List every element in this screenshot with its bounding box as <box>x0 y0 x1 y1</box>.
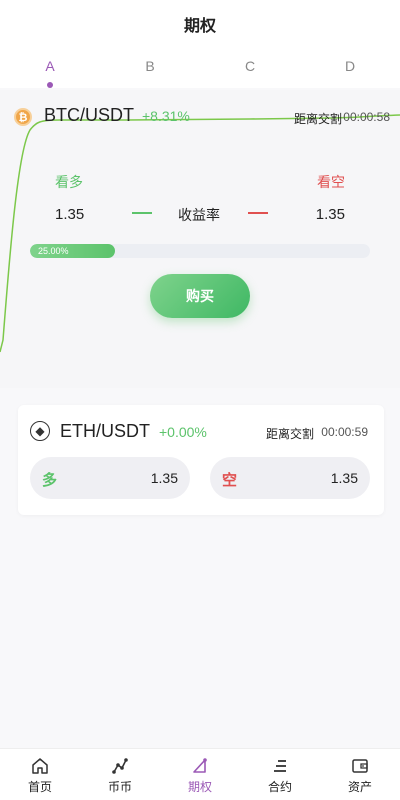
price-line-chart <box>0 114 400 353</box>
contract-icon <box>274 760 286 772</box>
long-odds: 1.35 <box>55 206 85 223</box>
eth-short-label: 空 <box>222 471 238 489</box>
nav-label: 合约 <box>267 780 292 794</box>
long-label[interactable]: 看多 <box>55 172 83 192</box>
nav-home[interactable]: 首页 <box>0 755 80 799</box>
coin-trade-icon <box>112 758 128 774</box>
home-icon <box>32 758 48 774</box>
options-icon <box>193 758 207 773</box>
tab-bar: A B C D <box>0 48 400 88</box>
btc-countdown-label: 距离交割 <box>293 112 342 126</box>
short-indicator-line <box>248 212 268 214</box>
tab-a[interactable]: A <box>30 58 70 88</box>
nav-label: 币币 <box>107 780 132 794</box>
tab-b[interactable]: B <box>130 58 170 74</box>
progress-label: 25.00% <box>38 246 69 256</box>
eth-long-label: 多 <box>42 471 58 489</box>
btc-countdown: 00:00:58 <box>343 110 390 124</box>
eth-long-button[interactable]: 多 1.35 <box>30 457 190 499</box>
buy-button-label: 购买 <box>186 289 214 305</box>
tab-label: D <box>344 58 356 74</box>
bottom-navigation: 首页 币币 期权 合约 资产 <box>0 748 400 800</box>
buy-button[interactable]: 购买 <box>150 274 250 318</box>
short-odds: 1.35 <box>315 206 345 223</box>
active-tab-indicator <box>47 82 53 88</box>
btc-option-card: ₿ BTC/USDT +8.31% 距离交割 00:00:58 看多 看空 1.… <box>0 90 400 388</box>
page-header: 期权 <box>0 0 400 48</box>
eth-symbol: ETH/USDT <box>60 421 150 441</box>
eth-short-odds: 1.35 <box>330 470 358 486</box>
tab-c[interactable]: C <box>230 58 270 74</box>
nav-label: 资产 <box>347 780 372 794</box>
progress-bar: 25.00% <box>30 244 370 258</box>
eth-countdown-label: 距离交割 <box>265 427 314 441</box>
nav-contract[interactable]: 合约 <box>240 755 320 799</box>
tab-label: A <box>45 58 55 74</box>
tab-label: C <box>244 58 256 74</box>
eth-short-button[interactable]: 空 1.35 <box>210 457 370 499</box>
nav-label: 期权 <box>187 780 212 794</box>
wallet-icon <box>352 759 368 773</box>
nav-label: 首页 <box>27 780 52 794</box>
bitcoin-icon: ₿ <box>14 108 32 126</box>
progress-fill: 25.00% <box>30 244 115 258</box>
nav-coin-trade[interactable]: 币币 <box>80 755 160 799</box>
btc-header-row: ₿ BTC/USDT +8.31% 距离交割 00:00:58 <box>14 105 390 129</box>
yield-rate-label: 收益率 <box>178 208 220 224</box>
long-indicator-line <box>132 212 152 214</box>
tab-d[interactable]: D <box>330 58 370 74</box>
eth-countdown: 00:00:59 <box>321 425 368 439</box>
eth-long-odds: 1.35 <box>150 470 178 486</box>
btc-symbol: BTC/USDT <box>44 105 134 125</box>
btc-change: +8.31% <box>142 108 190 124</box>
page-title: 期权 <box>183 16 216 35</box>
tab-label: B <box>145 58 155 74</box>
eth-option-card[interactable]: ◆ ETH/USDT +0.00% 距离交割 00:00:59 多 1.35 空… <box>18 405 384 515</box>
short-label[interactable]: 看空 <box>317 172 345 192</box>
eth-change: +0.00% <box>159 424 207 440</box>
ethereum-icon: ◆ <box>30 421 50 441</box>
nav-options[interactable]: 期权 <box>160 755 240 799</box>
nav-assets[interactable]: 资产 <box>320 755 400 799</box>
